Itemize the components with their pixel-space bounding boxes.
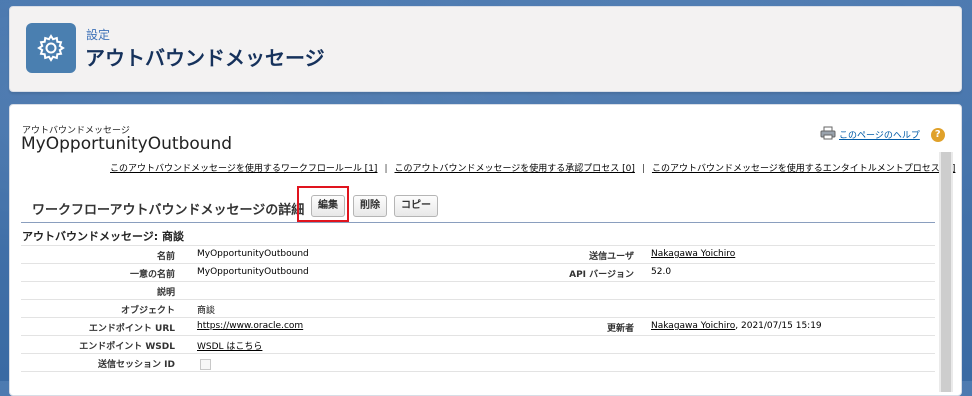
highlight-box [297, 186, 349, 222]
copy-button[interactable]: コピー [394, 195, 438, 217]
wsdl-link[interactable]: WSDL はこちら [197, 342, 262, 352]
section-title: ワークフローアウトバウンドメッセージの詳細 [32, 203, 305, 218]
field-value-sending-user: Nakagawa Yoichiro [651, 249, 735, 259]
field-value-api-version: 52.0 [651, 267, 672, 277]
session-id-checkbox [200, 359, 211, 370]
delete-button[interactable]: 削除 [353, 195, 387, 217]
help-area: このページのヘルプ ? [820, 125, 945, 144]
field-label-sending-user: 送信ユーザ [589, 252, 634, 262]
field-label-unique-name: 一意の名前 [129, 270, 175, 280]
user-link[interactable]: Nakagawa Yoichiro [651, 249, 735, 259]
endpoint-url-link[interactable]: https://www.oracle.com [197, 321, 303, 331]
page-title: アウトバウンドメッセージ [85, 46, 325, 70]
field-value-object: 商談 [197, 306, 216, 316]
vertical-scrollbar[interactable] [939, 152, 953, 392]
help-link[interactable]: このページのヘルプ [839, 128, 920, 141]
settings-gear-icon [26, 23, 76, 73]
link-separator: | [384, 164, 388, 174]
row-divider [21, 335, 935, 336]
row-divider [21, 299, 935, 300]
page-header: 設定 アウトバウンドメッセージ [9, 6, 962, 92]
detail-panel: アウトバウンドメッセージ MyOpportunityOutbound このページ… [9, 104, 962, 396]
row-divider [21, 263, 935, 264]
modified-user-link[interactable]: Nakagawa Yoichiro [651, 321, 735, 331]
field-label-name: 名前 [156, 252, 175, 262]
related-links: このアウトバウンドメッセージを使用するワークフロールール [1] | このアウトバウ… [110, 161, 955, 174]
field-label-send-session-id: 送信セッション ID [98, 360, 175, 370]
subsection-title: アウトバウンドメッセージ: 商談 [22, 230, 185, 243]
help-icon[interactable]: ? [930, 127, 945, 142]
row-divider [21, 281, 935, 282]
field-label-api-version: API バージョン [569, 270, 634, 280]
field-value-name: MyOpportunityOutbound [197, 249, 309, 259]
field-label-description: 説明 [156, 288, 175, 298]
row-divider [21, 317, 935, 318]
section-divider [21, 222, 935, 223]
record-name: MyOpportunityOutbound [21, 134, 233, 154]
field-label-object: オブジェクト [120, 306, 175, 316]
related-link-workflow-rules[interactable]: このアウトバウンドメッセージを使用するワークフロールール [1] [110, 164, 377, 174]
row-divider [21, 353, 935, 354]
field-label-endpoint-wsdl: エンドポイント WSDL [79, 342, 175, 352]
related-link-approval-process[interactable]: このアウトバウンドメッセージを使用する承認プロセス [0] [394, 164, 634, 174]
field-value-modified-by: Nakagawa Yoichiro, 2021/07/15 15:19 [651, 321, 822, 331]
field-value-endpoint-wsdl: WSDL はこちら [197, 339, 262, 352]
row-divider [21, 245, 935, 246]
row-divider [21, 371, 935, 372]
modified-date: , 2021/07/15 15:19 [735, 321, 822, 331]
link-separator: | [641, 164, 645, 174]
printer-icon[interactable] [820, 125, 836, 144]
field-value-unique-name: MyOpportunityOutbound [197, 267, 309, 277]
field-label-modified-by: 更新者 [606, 324, 634, 334]
related-link-entitlement-process[interactable]: このアウトバウンドメッセージを使用するエンタイトルメントプロセス [0] [652, 164, 955, 174]
scrollbar-thumb[interactable] [941, 152, 951, 392]
field-value-endpoint-url: https://www.oracle.com [197, 321, 303, 331]
breadcrumb-setup[interactable]: 設定 [86, 26, 110, 43]
field-label-endpoint-url: エンドポイント URL [88, 324, 175, 334]
